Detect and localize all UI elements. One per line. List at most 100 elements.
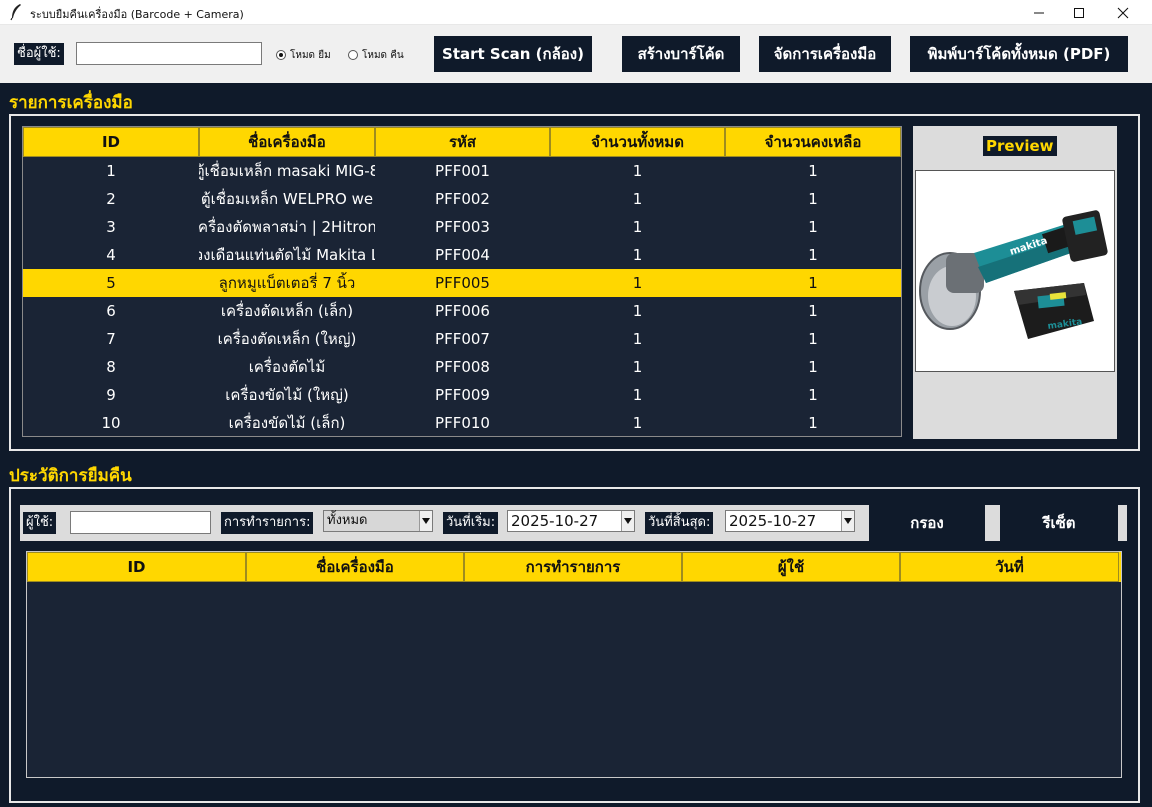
tools-table-body: 1 ตู้เชื่อมเหล็ก masaki MIG-8 PFF001 1 1 2 ตู้…: [23, 157, 901, 437]
row-total: 1: [632, 302, 643, 320]
row-remain: 1: [808, 386, 818, 404]
table-row[interactable]: 1 ตู้เชื่อมเหล็ก masaki MIG-8 PFF001 1 1: [23, 157, 901, 185]
history-filter-bar: ผู้ใช้: การทำรายการ: ทั้งหมด วันที่เริ่ม…: [20, 505, 1127, 541]
history-user-input[interactable]: [70, 511, 211, 534]
row-total: 1: [632, 274, 643, 292]
dropdown-arrow-icon[interactable]: [841, 511, 854, 531]
row-total: 1: [632, 190, 643, 208]
row-remain: 1: [808, 246, 818, 264]
row-total: 1: [632, 162, 643, 180]
tools-col-name[interactable]: ชื่อเครื่องมือ: [199, 127, 375, 157]
history-col-id[interactable]: ID: [27, 552, 246, 582]
minimize-icon: [1034, 12, 1044, 13]
filter-button[interactable]: กรอง: [869, 505, 985, 541]
action-filter-value: ทั้งหมด: [327, 513, 368, 528]
top-toolbar: ชื่อผู้ใช้: โหมด ยืม โหมด คืน Start Scan…: [0, 25, 1152, 83]
history-table[interactable]: ID ชื่อเครื่องมือ การทำรายการ ผู้ใช้ วัน…: [26, 551, 1122, 778]
radio-unselected-icon: [348, 50, 358, 60]
preview-panel: Preview makita makita: [913, 126, 1117, 439]
row-id: 8: [106, 358, 116, 376]
user-name-input[interactable]: [76, 42, 262, 65]
row-id: 10: [101, 414, 121, 432]
row-remain: 1: [808, 218, 818, 236]
row-id: 1: [106, 162, 116, 180]
row-remain: 1: [808, 162, 818, 180]
table-row[interactable]: 6 เครื่องตัดเหล็ก (เล็ก) PFF006 1 1: [23, 297, 901, 325]
tools-col-id[interactable]: ID: [23, 127, 199, 157]
row-total: 1: [632, 330, 643, 348]
print-all-barcodes-button[interactable]: พิมพ์บาร์โค้ดทั้งหมด (PDF): [910, 36, 1128, 72]
close-icon: [1117, 7, 1129, 18]
row-code: PFF006: [435, 302, 490, 320]
history-col-date[interactable]: วันที่: [900, 552, 1119, 582]
table-row[interactable]: 4 วงเดือนแท่นตัดไม้ Makita L PFF004 1 1: [23, 241, 901, 269]
table-row[interactable]: 9 เครื่องขัดไม้ (ใหญ่) PFF009 1 1: [23, 381, 901, 409]
table-row[interactable]: 7 เครื่องตัดเหล็ก (ใหญ่) PFF007 1 1: [23, 325, 901, 353]
feather-app-icon: [10, 4, 21, 21]
row-remain: 1: [808, 190, 818, 208]
tools-col-total[interactable]: จำนวนทั้งหมด: [550, 127, 725, 157]
row-name: ตู้เชื่อมเหล็ก WELPRO we: [200, 190, 374, 208]
row-id: 9: [106, 386, 116, 404]
mode-return-radio[interactable]: โหมด คืน: [348, 47, 404, 63]
end-date-picker[interactable]: 2025-10-27: [725, 510, 855, 532]
dropdown-arrow-icon[interactable]: [419, 511, 432, 531]
row-id: 5: [106, 274, 116, 292]
row-code: PFF009: [435, 386, 490, 404]
row-id: 2: [106, 190, 116, 208]
row-name: ลูกหมูแบ็ตเตอรี่ 7 นิ้ว: [218, 274, 356, 292]
radio-selected-icon: [276, 50, 286, 60]
maximize-icon: [1074, 7, 1084, 18]
tools-table[interactable]: ID ชื่อเครื่องมือ รหัส จำนวนทั้งหมด จำนว…: [22, 126, 902, 437]
row-total: 1: [632, 386, 643, 404]
start-date-value: 2025-10-27: [511, 512, 599, 530]
end-date-value: 2025-10-27: [729, 512, 817, 530]
tools-col-remain[interactable]: จำนวนคงเหลือ: [725, 127, 901, 157]
row-total: 1: [632, 246, 643, 264]
row-id: 4: [106, 246, 116, 264]
cordless-angle-grinder-image: makita makita: [915, 170, 1115, 372]
table-row[interactable]: 5 ลูกหมูแบ็ตเตอรี่ 7 นิ้ว PFF005 1 1: [23, 269, 901, 297]
history-user-label: ผู้ใช้:: [23, 512, 57, 534]
row-name: เครื่องตัดเหล็ก (ใหญ่): [217, 330, 357, 348]
reset-button[interactable]: รีเซ็ต: [1000, 505, 1118, 541]
dropdown-arrow-icon[interactable]: [621, 511, 634, 531]
row-id: 6: [106, 302, 116, 320]
history-section-title: ประวัติการยืมคืน: [9, 466, 132, 486]
action-filter-label: การทำรายการ:: [221, 512, 314, 534]
history-col-name[interactable]: ชื่อเครื่องมือ: [246, 552, 464, 582]
history-table-header: ID ชื่อเครื่องมือ การทำรายการ ผู้ใช้ วัน…: [27, 552, 1121, 582]
row-code: PFF008: [435, 358, 490, 376]
title-bar: ระบบยืมคืนเครื่องมือ (Barcode + Camera): [0, 0, 1152, 25]
row-total: 1: [632, 218, 643, 236]
table-row[interactable]: 10 เครื่องขัดไม้ (เล็ก) PFF010 1 1: [23, 409, 901, 437]
create-barcode-button[interactable]: สร้างบาร์โค้ด: [622, 36, 740, 72]
tools-table-header: ID ชื่อเครื่องมือ รหัส จำนวนทั้งหมด จำนว…: [23, 127, 901, 157]
preview-label: Preview: [983, 136, 1057, 156]
row-remain: 1: [808, 358, 818, 376]
mode-return-label: โหมด คืน: [362, 49, 404, 61]
history-col-action[interactable]: การทำรายการ: [464, 552, 682, 582]
row-id: 3: [106, 218, 116, 236]
start-scan-button[interactable]: Start Scan (กล้อง): [434, 36, 592, 72]
table-row[interactable]: 2 ตู้เชื่อมเหล็ก WELPRO we PFF002 1 1: [23, 185, 901, 213]
maximize-button[interactable]: [1056, 0, 1102, 25]
table-row[interactable]: 8 เครื่องตัดไม้ PFF008 1 1: [23, 353, 901, 381]
row-code: PFF004: [435, 246, 490, 264]
mode-borrow-label: โหมด ยืม: [290, 49, 331, 61]
row-code: PFF002: [435, 190, 490, 208]
start-date-picker[interactable]: 2025-10-27: [507, 510, 635, 532]
row-id: 7: [106, 330, 116, 348]
tools-col-code[interactable]: รหัส: [375, 127, 550, 157]
table-row[interactable]: 3 เครื่องตัดพลาสม่า | 2Hitroni PFF003 1 1: [23, 213, 901, 241]
manage-tools-button[interactable]: จัดการเครื่องมือ: [759, 36, 891, 72]
close-button[interactable]: [1100, 0, 1146, 25]
history-col-user[interactable]: ผู้ใช้: [682, 552, 900, 582]
row-name: เครื่องตัดเหล็ก (เล็ก): [220, 302, 354, 320]
row-code: PFF007: [435, 330, 490, 348]
row-name: ตู้เชื่อมเหล็ก masaki MIG-8: [199, 162, 375, 180]
main-panel: รายการเครื่องมือ ID ชื่อเครื่องมือ รหัส …: [0, 83, 1152, 807]
action-filter-dropdown[interactable]: ทั้งหมด: [323, 510, 433, 532]
mode-borrow-radio[interactable]: โหมด ยืม: [276, 47, 331, 63]
row-total: 1: [632, 358, 643, 376]
